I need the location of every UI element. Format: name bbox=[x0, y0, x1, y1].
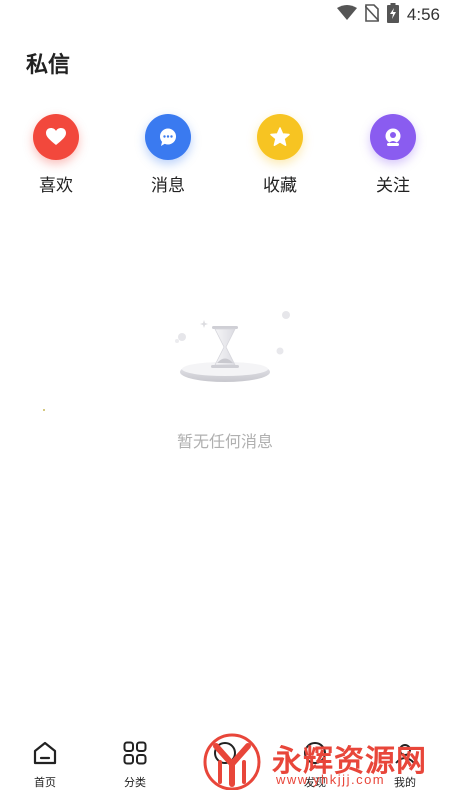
heart-icon bbox=[33, 114, 79, 160]
star-icon bbox=[257, 114, 303, 160]
status-time: 4:56 bbox=[406, 5, 440, 24]
chat-bubble-icon bbox=[145, 114, 191, 160]
quick-action-label: 关注 bbox=[376, 176, 410, 195]
home-icon bbox=[32, 740, 58, 771]
quick-action-label: 喜欢 bbox=[39, 176, 73, 195]
no-sim-icon bbox=[364, 3, 380, 27]
status-bar: 4:56 bbox=[0, 0, 450, 30]
status-icons: 4:56 bbox=[336, 2, 440, 28]
battery-charging-icon bbox=[386, 2, 399, 28]
decorative-dot bbox=[43, 409, 45, 411]
empty-state-text: 暂无任何消息 bbox=[176, 434, 273, 451]
quick-actions: 喜欢 消息 收藏 关注 bbox=[0, 114, 450, 204]
tab-home[interactable]: 首页 bbox=[10, 740, 80, 790]
tab-label: 首页 bbox=[34, 777, 56, 789]
watermark-logo bbox=[203, 733, 261, 790]
quick-action-favorites[interactable]: 收藏 bbox=[240, 114, 320, 196]
watermark: 永辉资源网 www.yhkjjj.com bbox=[200, 732, 450, 792]
quick-action-messages[interactable]: 消息 bbox=[128, 114, 208, 196]
page-title: 私信 bbox=[26, 52, 71, 77]
grid-icon bbox=[122, 740, 148, 771]
quick-action-likes[interactable]: 喜欢 bbox=[16, 114, 96, 196]
quick-action-label: 消息 bbox=[151, 176, 185, 195]
hourglass-icon bbox=[160, 300, 300, 400]
tab-category[interactable]: 分类 bbox=[100, 740, 170, 790]
tab-label: 分类 bbox=[124, 777, 146, 789]
user-badge-icon bbox=[370, 114, 416, 160]
quick-action-label: 收藏 bbox=[263, 176, 297, 195]
quick-action-follow[interactable]: 关注 bbox=[353, 114, 433, 196]
watermark-url: www.yhkjjj.com bbox=[276, 772, 386, 787]
wifi-icon bbox=[336, 4, 357, 26]
